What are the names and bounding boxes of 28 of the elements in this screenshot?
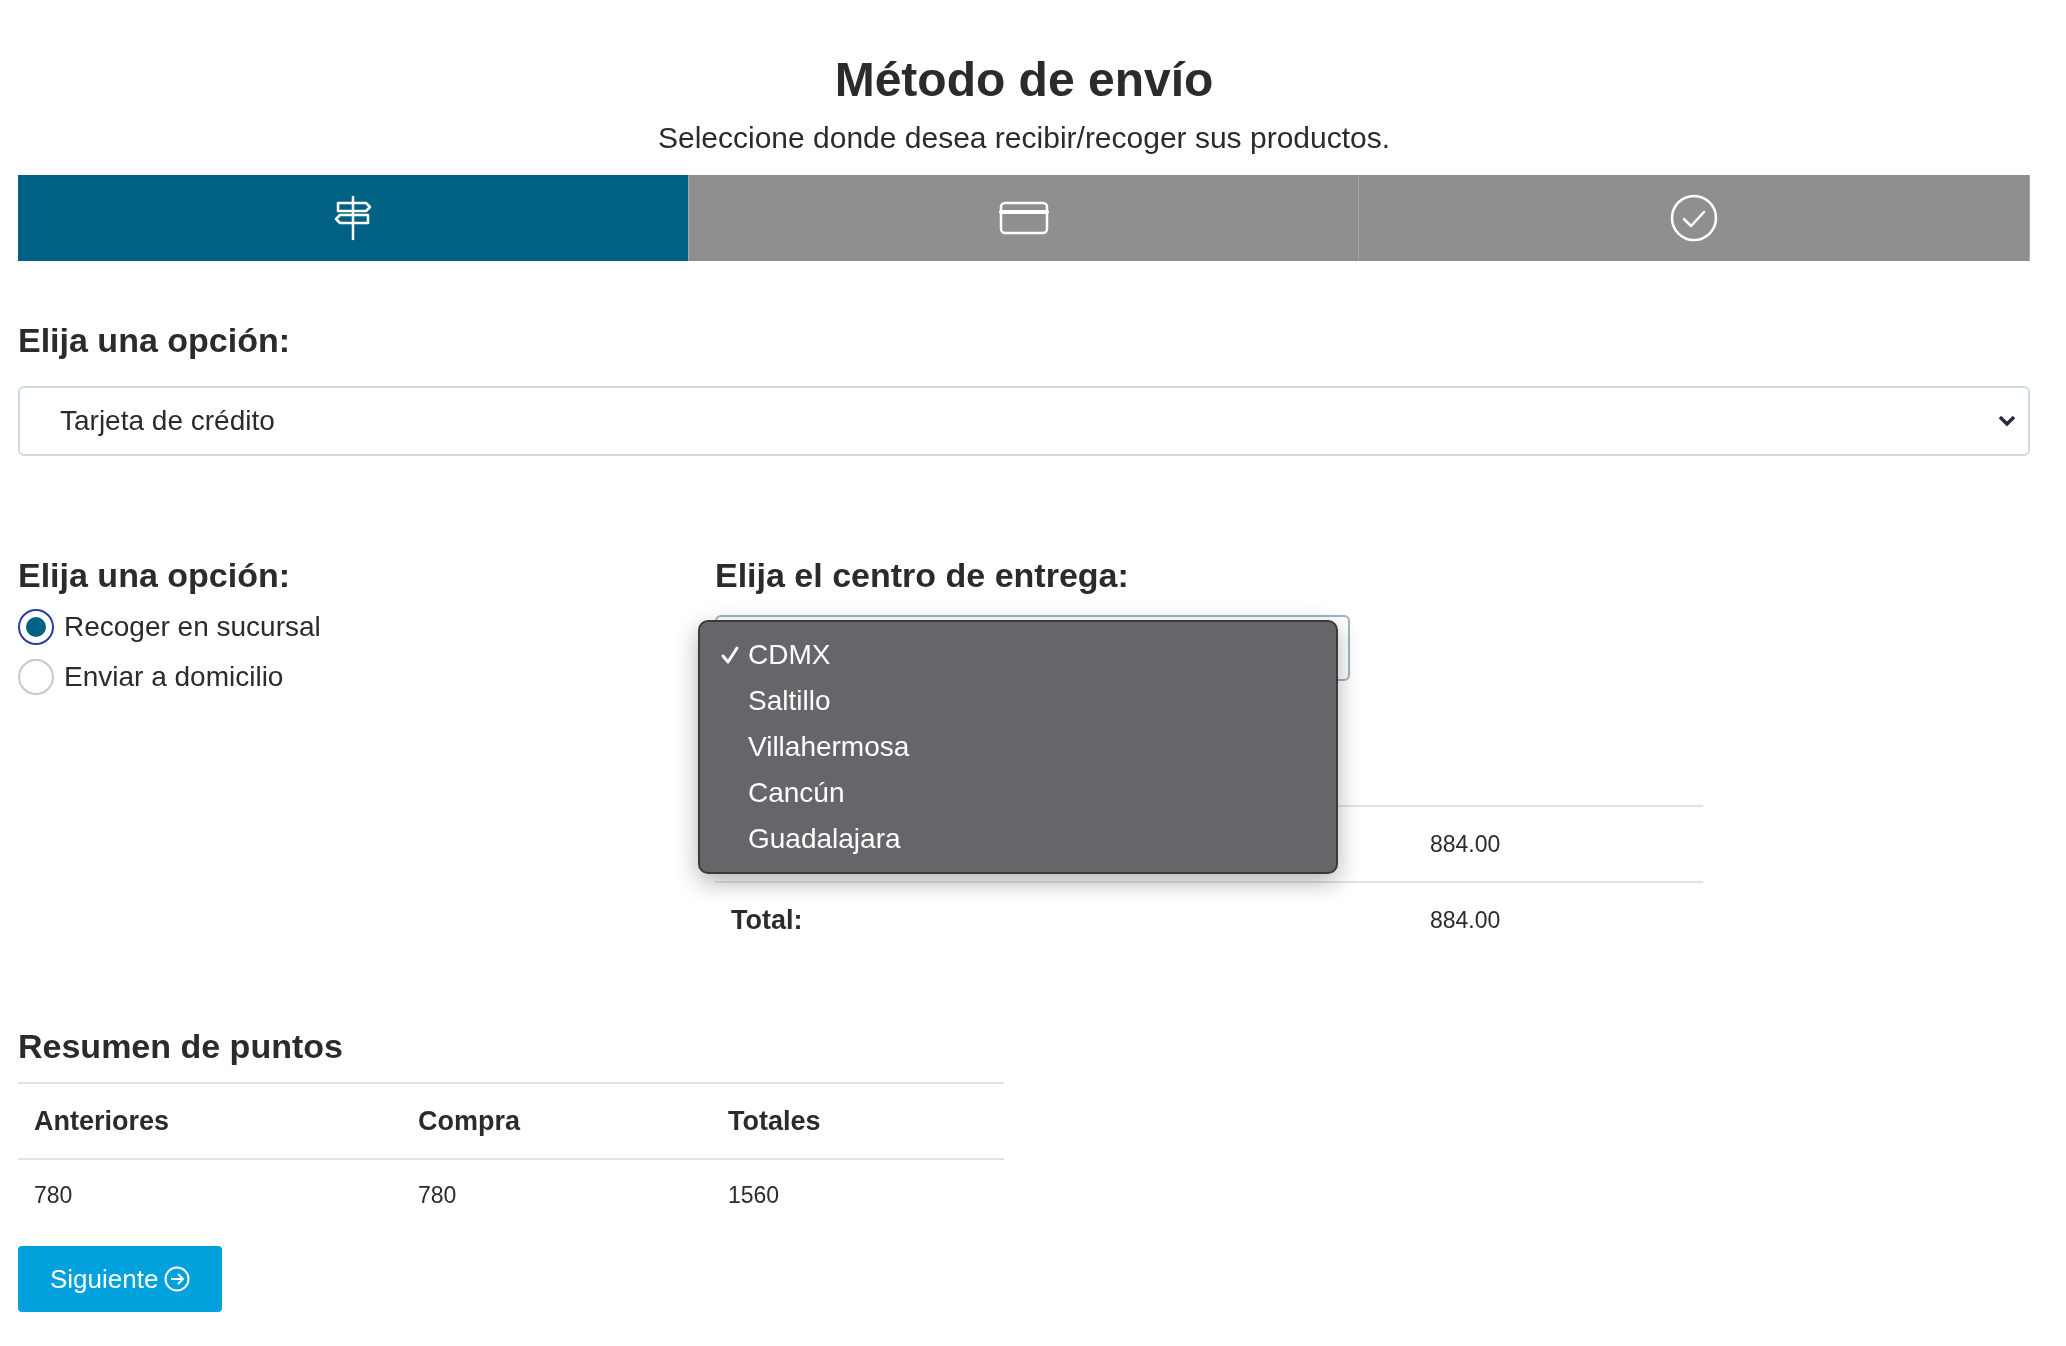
dropdown-option[interactable]: Cancún: [700, 770, 1336, 816]
table-cell-text: 780: [33, 1181, 74, 1209]
arrow-circle-icon: [164, 1266, 191, 1292]
dropdown-option[interactable]: Guadalajara: [700, 816, 1336, 862]
column-header: Totales: [727, 1105, 822, 1137]
credit-card-icon: [998, 200, 1049, 236]
dropdown-option[interactable]: Villahermosa: [700, 724, 1336, 770]
field-label: Elija una opción:: [18, 556, 292, 595]
radio-button[interactable]: [18, 609, 54, 645]
summary-value: 884.00: [1430, 830, 1502, 858]
column-header: Compra: [417, 1105, 522, 1137]
table-cell-text: 1560: [727, 1181, 781, 1209]
section-title: Resumen de puntos: [18, 1027, 344, 1066]
table-cell-text: 780: [417, 1181, 458, 1209]
step-tab[interactable]: [1359, 175, 2030, 261]
step-tab[interactable]: [18, 175, 689, 261]
field-label: Elija una opción:: [18, 321, 292, 360]
payment-select[interactable]: Tarjeta de crédito: [18, 386, 2030, 456]
summary-value: 884.00: [1430, 906, 1502, 934]
field-label: Elija el centro de entrega:: [715, 556, 1130, 595]
chevron-down-icon: [1998, 415, 2016, 427]
next-button[interactable]: Siguiente: [18, 1246, 223, 1312]
step-tab[interactable]: [688, 175, 1360, 261]
page-title: Método de envío: [833, 52, 1215, 107]
page-subtitle: Seleccione donde desea recibir/recoger sus productos.: [656, 121, 1392, 155]
check-circle-icon: [1669, 193, 1720, 243]
summary-label: Total:: [730, 904, 804, 936]
column-header: Anteriores: [33, 1105, 171, 1137]
